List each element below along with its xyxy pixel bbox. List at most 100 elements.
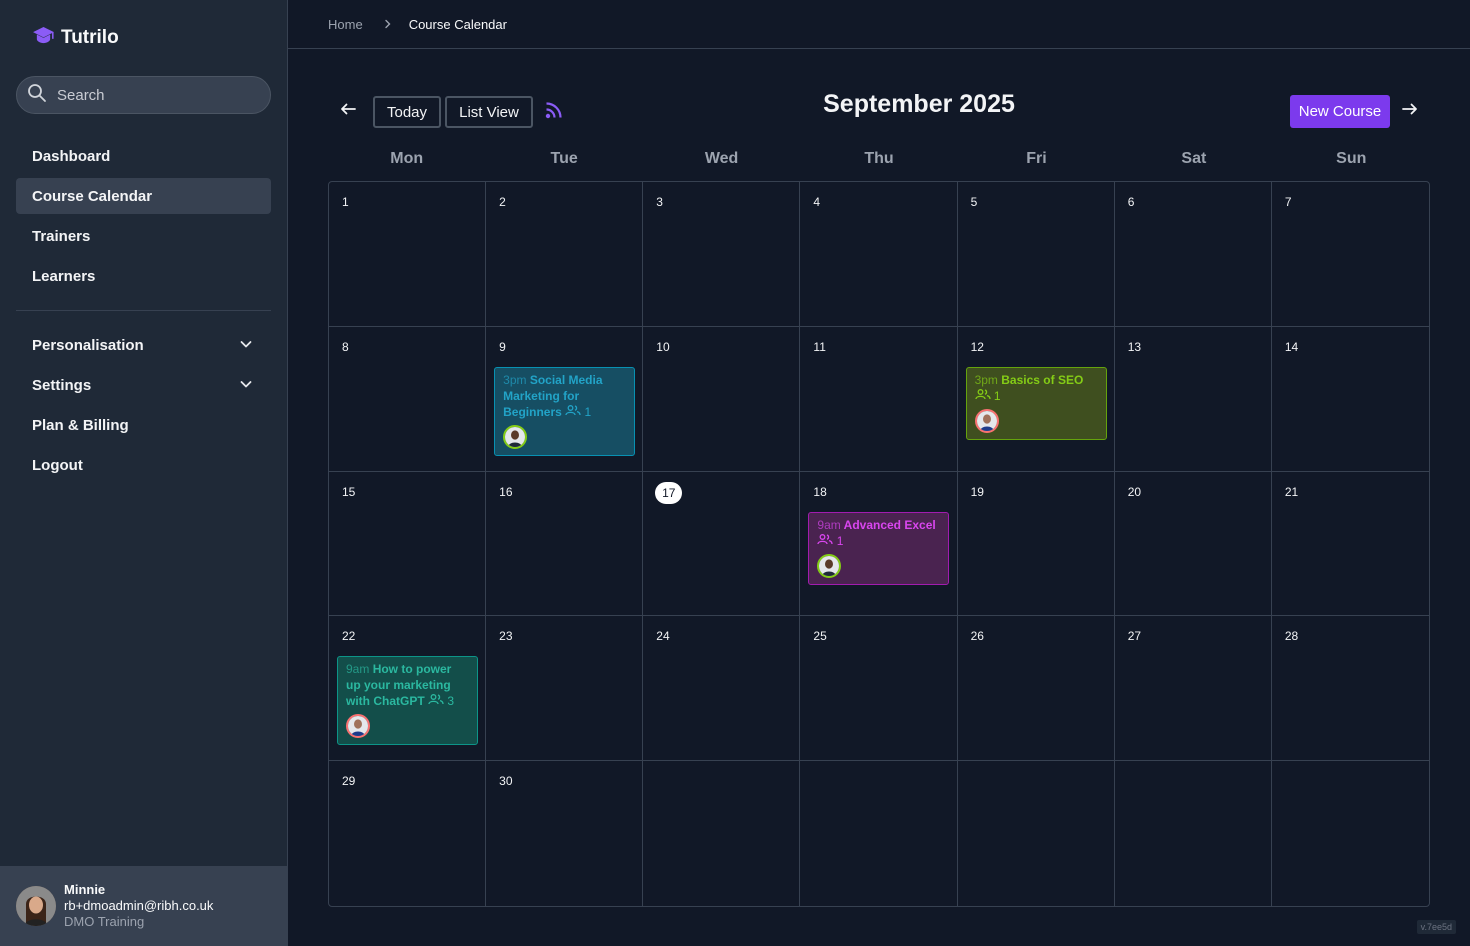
calendar-day-cell[interactable]: 18 9am Advanced Excel 1 xyxy=(800,471,958,617)
prev-month-button[interactable] xyxy=(336,100,360,122)
day-number: 12 xyxy=(970,339,984,354)
calendar-day-cell[interactable]: 3 xyxy=(643,182,801,327)
trainer-avatar xyxy=(974,408,999,433)
calendar-day-cell[interactable]: 19 xyxy=(957,471,1115,617)
calendar-day-cell[interactable]: 20 xyxy=(1114,471,1272,617)
sidebar-item-dashboard[interactable]: Dashboard xyxy=(16,138,271,174)
sidebar-item-plan-billing[interactable]: Plan & Billing xyxy=(16,407,271,443)
app-logo[interactable]: Tutrilo xyxy=(32,26,119,50)
day-number: 26 xyxy=(970,629,984,644)
calendar-day-cell[interactable]: 25 xyxy=(800,616,958,762)
calendar-day-cell[interactable]: 14 xyxy=(1271,327,1429,472)
chevron-down-icon xyxy=(239,337,253,355)
breadcrumb-current: Course Calendar xyxy=(408,16,507,32)
day-number: 10 xyxy=(656,339,670,354)
sidebar-item-label: Logout xyxy=(32,456,83,474)
search-input[interactable] xyxy=(57,86,247,104)
calendar-day-cell[interactable]: 6 xyxy=(1114,182,1272,327)
weekday-label: Tue xyxy=(550,150,578,167)
day-number: 4 xyxy=(813,195,821,209)
calendar-day-cell-empty xyxy=(800,761,958,906)
today-button[interactable]: Today xyxy=(373,96,441,128)
calendar-day-cell[interactable]: 17 xyxy=(643,471,801,617)
calendar-day-cell[interactable]: 21 xyxy=(1271,472,1429,617)
course-event[interactable]: 9am How to power up your marketing with … xyxy=(337,656,478,746)
sidebar-item-personalisation[interactable]: Personalisation xyxy=(16,327,271,363)
calendar-day-cell[interactable]: 26 xyxy=(957,616,1115,762)
day-number: 7 xyxy=(1284,195,1292,209)
calendar-day-cell[interactable]: 9 3pm Social Media Marketing for Beginne… xyxy=(486,326,644,472)
sidebar-item-course-calendar[interactable]: Course Calendar xyxy=(16,178,271,214)
calendar-day-cell[interactable]: 11 xyxy=(800,326,958,472)
day-number: 25 xyxy=(813,629,827,644)
month-title: September 2025 xyxy=(823,90,1015,118)
search-icon xyxy=(27,83,47,108)
sidebar-item-label: Learners xyxy=(32,267,96,285)
calendar-day-cell[interactable]: 30 xyxy=(486,761,644,906)
calendar-day-cell[interactable]: 5 xyxy=(957,182,1115,327)
calendar-day-cell[interactable]: 2 xyxy=(486,182,644,327)
sidebar-divider xyxy=(16,310,271,311)
rss-feed-button[interactable] xyxy=(543,101,565,123)
event-time: 3pm xyxy=(974,372,998,387)
calendar-day-cell[interactable]: 1 xyxy=(329,182,487,327)
day-number: 1 xyxy=(342,195,349,209)
calendar-day-cell[interactable]: 22 9am How to power up your marketing wi… xyxy=(329,616,487,762)
calendar-day-cell[interactable]: 7 xyxy=(1271,182,1429,327)
arrow-right-icon xyxy=(1402,102,1418,120)
calendar-day-cell[interactable]: 15 xyxy=(329,471,487,617)
calendar-day-cell[interactable]: 27 xyxy=(1114,616,1272,762)
search-box[interactable] xyxy=(16,76,271,114)
calendar-day-cell[interactable]: 16 xyxy=(486,471,644,617)
version-badge: v.7ee5d xyxy=(1416,920,1456,934)
day-number: 24 xyxy=(656,629,670,644)
day-number: 13 xyxy=(1127,339,1142,354)
sidebar-item-logout[interactable]: Logout xyxy=(16,447,271,483)
day-number: 9 xyxy=(499,339,506,354)
new-course-button[interactable]: New Course xyxy=(1290,95,1390,128)
sidebar-item-label: Settings xyxy=(32,376,92,394)
chevron-right-icon xyxy=(383,19,393,29)
calendar-day-cell[interactable]: 12 3pm Basics of SEO 1 xyxy=(957,326,1115,472)
day-number: 6 xyxy=(1127,195,1135,209)
day-number: 8 xyxy=(342,339,349,354)
calendar-day-cell[interactable]: 8 xyxy=(329,326,487,472)
trainer-avatar xyxy=(503,424,528,449)
calendar-day-cell[interactable]: 23 xyxy=(486,616,644,762)
weekday-label: Mon xyxy=(390,150,424,167)
sidebar-item-label: Plan & Billing xyxy=(32,416,129,434)
calendar-day-cell[interactable]: 10 xyxy=(643,326,801,472)
sidebar-item-trainers[interactable]: Trainers xyxy=(16,218,271,254)
course-event[interactable]: 9am Advanced Excel 1 xyxy=(808,511,950,585)
trainer-avatar xyxy=(817,553,842,578)
weekday-label: Sun xyxy=(1336,150,1367,167)
weekday-label: Fri xyxy=(1026,150,1047,167)
today-marker: 17 xyxy=(655,481,683,504)
attendee-count: 1 xyxy=(993,388,1001,403)
day-number: 19 xyxy=(970,484,984,499)
breadcrumb-home[interactable]: Home xyxy=(328,17,363,32)
sidebar-item-learners[interactable]: Learners xyxy=(16,258,271,294)
day-number: 29 xyxy=(342,774,356,789)
calendar-day-cell[interactable]: 13 xyxy=(1114,326,1272,472)
course-event[interactable]: 3pm Basics of SEO 1 xyxy=(965,366,1107,440)
calendar-grid: 1 2 3 4 5 6 7 8 9 3pm Social Media Marke… xyxy=(328,181,1430,907)
next-month-button[interactable] xyxy=(1398,100,1422,122)
calendar-day-cell[interactable]: 24 xyxy=(643,616,801,762)
attendee-count: 1 xyxy=(836,533,844,548)
course-event[interactable]: 3pm Social Media Marketing for Beginners… xyxy=(494,366,636,456)
users-icon xyxy=(974,388,991,403)
weekday-label: Sat xyxy=(1181,150,1207,167)
sidebar: Tutrilo Dashboard Course Calendar Traine… xyxy=(0,0,288,946)
calendar-day-cell[interactable]: 4 xyxy=(800,182,958,327)
sidebar-item-settings[interactable]: Settings xyxy=(16,367,271,403)
calendar-day-cell[interactable]: 29 xyxy=(329,761,487,906)
day-number: 16 xyxy=(499,484,513,499)
users-icon xyxy=(565,404,581,419)
day-number: 14 xyxy=(1284,339,1299,354)
breadcrumb: Home Course Calendar xyxy=(288,0,1470,49)
day-number: 22 xyxy=(342,629,356,644)
user-profile[interactable]: Minnie rb+dmoadmin@ribh.co.uk DMO Traini… xyxy=(0,866,288,946)
calendar-day-cell[interactable]: 28 xyxy=(1271,616,1429,762)
list-view-button[interactable]: List View xyxy=(445,96,533,128)
